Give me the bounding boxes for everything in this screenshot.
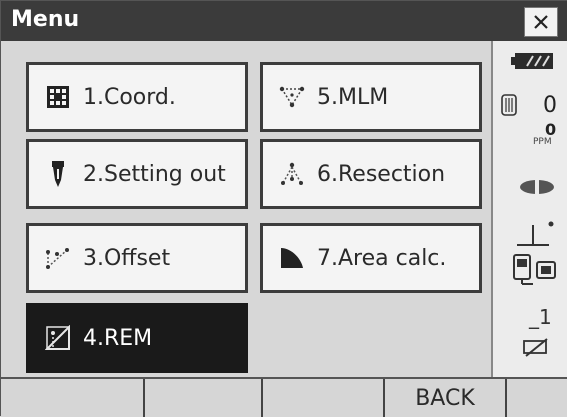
rem-icon <box>43 323 73 353</box>
stake-icon <box>43 159 73 189</box>
menu-item-label: 5.MLM <box>317 84 389 110</box>
menu-item-label: 1.Coord. <box>83 84 176 110</box>
battery-icon <box>511 52 555 74</box>
softkey-bar: BACK <box>1 377 567 417</box>
grid-coord-icon <box>43 82 73 112</box>
menu-item-label: 6.Resection <box>317 161 446 187</box>
menu-item-rem[interactable]: 4.REM <box>26 303 248 373</box>
communication-icon <box>513 254 557 290</box>
back-softkey[interactable]: BACK <box>385 379 507 417</box>
softkey-3[interactable] <box>263 379 385 417</box>
status-sidebar: 0 0 PPM _1 <box>491 41 567 377</box>
menu-item-label: 7.Area calc. <box>317 245 447 271</box>
laser-icon <box>519 179 555 199</box>
menu-item-offset[interactable]: 3.Offset <box>26 223 248 293</box>
window-title: Menu <box>11 7 80 32</box>
menu-grid: 1.Coord. 2.Setting out 3.Offset 4.REM 5.… <box>1 41 491 377</box>
target-icon <box>501 94 517 120</box>
input-mode-indicator: _1 <box>529 305 552 329</box>
tilt-icon <box>515 219 557 251</box>
keyboard-icon <box>523 338 549 362</box>
menu-item-label: 2.Setting out <box>83 161 226 187</box>
menu-item-coord[interactable]: 1.Coord. <box>26 62 248 132</box>
close-button[interactable] <box>524 7 558 37</box>
title-bar: Menu <box>1 1 567 41</box>
target-constant: 0 <box>543 93 557 118</box>
resection-icon <box>277 159 307 189</box>
softkey-5[interactable] <box>507 379 567 417</box>
menu-item-mlm[interactable]: 5.MLM <box>260 62 482 132</box>
menu-item-setting-out[interactable]: 2.Setting out <box>26 139 248 209</box>
area-icon <box>277 243 307 273</box>
softkey-2[interactable] <box>145 379 263 417</box>
close-icon <box>534 15 548 29</box>
menu-item-area-calc[interactable]: 7.Area calc. <box>260 223 482 293</box>
ppm-unit: PPM <box>533 137 552 147</box>
menu-item-resection[interactable]: 6.Resection <box>260 139 482 209</box>
screen: Menu 1.Coord. 2.Setting out 3.Offset 4.R… <box>0 0 567 417</box>
softkey-1[interactable] <box>1 379 145 417</box>
mlm-icon <box>277 82 307 112</box>
menu-item-label: 4.REM <box>83 325 153 351</box>
offset-icon <box>43 243 73 273</box>
menu-item-label: 3.Offset <box>83 245 171 271</box>
